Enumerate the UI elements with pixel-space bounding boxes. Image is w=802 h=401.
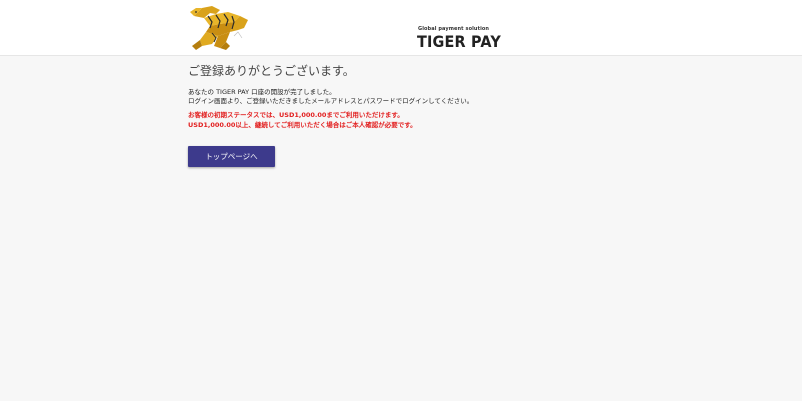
notice-line: お客様の初期ステータスでは、USD1,000.00までご利用いただけます。	[188, 111, 404, 119]
limit-notice: お客様の初期ステータスでは、USD1,000.00までご利用いただけます。 US…	[188, 110, 788, 130]
description-line: ログイン画面より、ご登録いただきましたメールアドレスとパスワードでログインしてく…	[188, 97, 474, 105]
notice-line: USD1,000.00以上、継続してご利用いただく場合はご本人確認が必要です。	[188, 121, 417, 129]
tiger-pay-logo[interactable]: Global payment solution TIGER PAY	[190, 2, 501, 52]
description-line: あなたの TIGER PAY 口座の開設が完了しました。	[188, 88, 336, 96]
top-page-button[interactable]: トップページへ	[188, 146, 275, 167]
page-title: ご登録ありがとうございます。	[188, 64, 355, 78]
completion-description: あなたの TIGER PAY 口座の開設が完了しました。 ログイン画面より、ご登…	[188, 88, 788, 106]
registration-complete-panel: ご登録ありがとうございます。 あなたの TIGER PAY 口座の開設が完了しま…	[188, 64, 788, 130]
logo-wordmark: TIGER PAY	[417, 32, 501, 51]
tiger-logo-icon	[190, 6, 248, 50]
site-header: Global payment solution TIGER PAY	[0, 0, 802, 56]
